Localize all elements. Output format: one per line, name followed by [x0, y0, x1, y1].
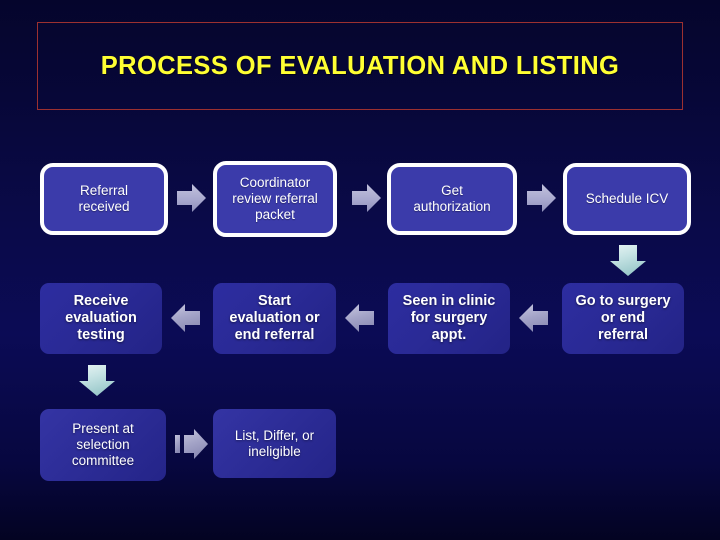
arrow-right-icon-referral-to-coordinator — [177, 183, 207, 213]
arrow-right-icon-auth-to-icv — [527, 183, 557, 213]
flow-node-list-differ[interactable]: List, Differ, or ineligible — [213, 409, 336, 478]
flow-node-coordinator-review[interactable]: Coordinator review referral packet — [213, 161, 337, 237]
flow-node-label: Get authorization — [413, 183, 491, 214]
flow-node-label: List, Differ, or ineligible — [234, 427, 315, 459]
arrow-right-icon-coordinator-to-auth — [352, 183, 382, 213]
flow-node-receive-evaluation-testing[interactable]: Receive evaluation testing — [40, 283, 162, 354]
flow-node-label: Seen in clinic for surgery appt. — [402, 293, 496, 343]
flow-node-get-authorization[interactable]: Get authorization — [387, 163, 517, 235]
slide-canvas: PROCESS OF EVALUATION AND LISTING Referr… — [0, 0, 720, 540]
flow-node-label: Present at selection committee — [71, 421, 135, 468]
arrow-down-icon-receive-to-present — [78, 365, 116, 397]
arrow-left-icon-clinic-to-start — [345, 303, 375, 333]
flow-node-present-at-committee[interactable]: Present at selection committee — [40, 409, 166, 481]
flow-node-label: Start evaluation or end referral — [229, 293, 320, 343]
flow-node-label: Go to surgery or end referral — [575, 293, 671, 343]
arrow-right-icon-present-to-list — [175, 426, 211, 462]
flow-node-go-to-surgery[interactable]: Go to surgery or end referral — [562, 283, 684, 354]
flow-node-label: Schedule ICV — [585, 191, 669, 207]
flow-node-label: Coordinator review referral packet — [232, 175, 318, 222]
flow-node-referral-received[interactable]: Referral received — [40, 163, 168, 235]
flow-node-label: Referral received — [78, 183, 130, 214]
page-title: PROCESS OF EVALUATION AND LISTING — [100, 51, 620, 80]
flow-node-schedule-icv[interactable]: Schedule ICV — [563, 163, 691, 235]
flow-node-label: Receive evaluation testing — [65, 293, 137, 343]
arrow-left-icon-surgery-to-clinic — [519, 303, 549, 333]
flow-node-seen-in-clinic[interactable]: Seen in clinic for surgery appt. — [388, 283, 510, 354]
arrow-down-icon-icv-to-surgery — [609, 245, 647, 277]
flow-node-start-evaluation[interactable]: Start evaluation or end referral — [213, 283, 336, 354]
title-box: PROCESS OF EVALUATION AND LISTING — [37, 22, 683, 110]
arrow-left-icon-start-to-receive — [171, 303, 201, 333]
